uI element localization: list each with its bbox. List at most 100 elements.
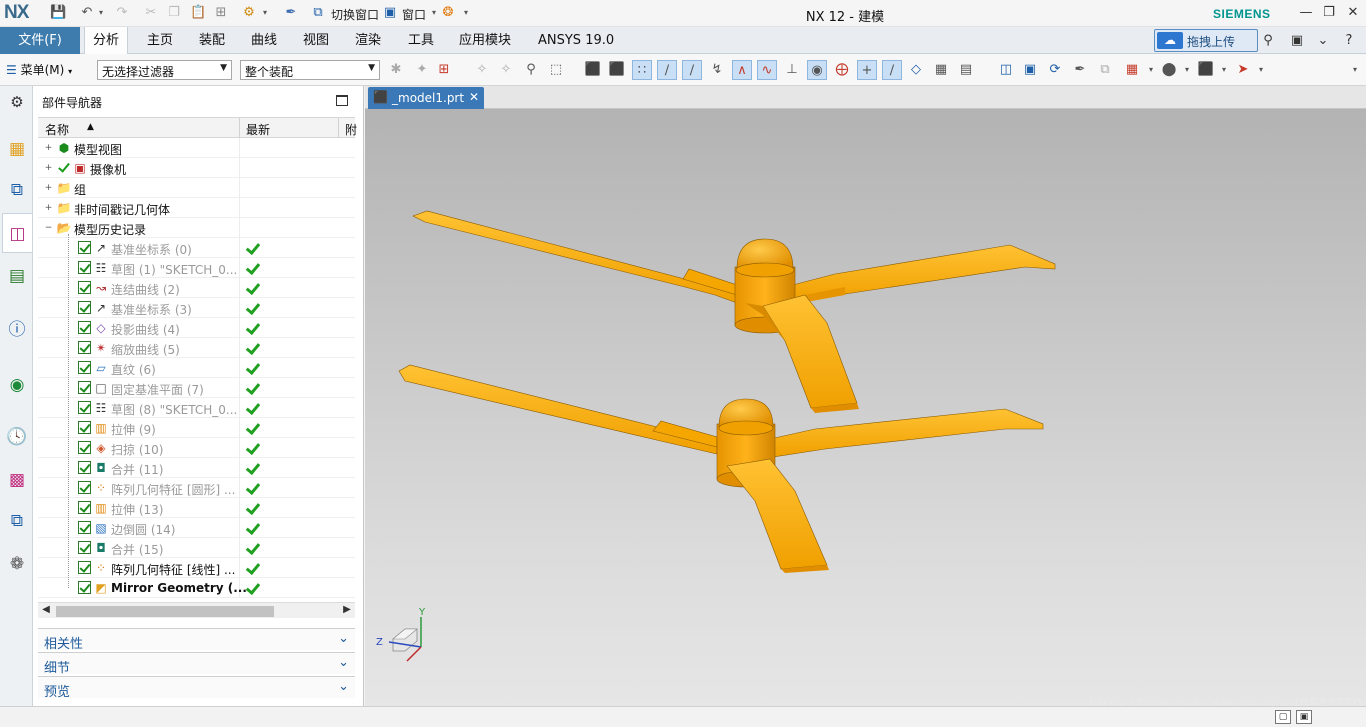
visibility-checkbox[interactable] [78, 281, 91, 294]
dependencies-panel[interactable]: 相关性 ⌄ [38, 628, 355, 652]
tree-node[interactable]: + 📁 组 [38, 178, 355, 198]
window-menu-label[interactable]: 窗口 [402, 6, 426, 23]
repeat-command-icon[interactable]: ⊞ [213, 5, 229, 21]
visibility-checkbox[interactable] [78, 321, 91, 334]
system-materials-icon[interactable]: ⧉ [5, 509, 29, 533]
visualization-icon[interactable]: ▩ [5, 468, 29, 492]
tree-row[interactable]: ◩ Mirror Geometry (... [38, 578, 355, 598]
minimize-button[interactable]: — [1295, 4, 1317, 22]
collapse-icon[interactable]: − [44, 224, 53, 233]
reuse-library-icon[interactable]: ▤ [5, 264, 29, 288]
visibility-checkbox[interactable] [78, 261, 91, 274]
selection-rectangle-icon[interactable]: ⬚ [546, 60, 566, 80]
visibility-checkbox[interactable] [78, 361, 91, 374]
visibility-checkbox[interactable] [78, 481, 91, 494]
point-on-face-icon[interactable]: ◇ [906, 60, 926, 80]
redo-icon[interactable]: ↷ [114, 5, 130, 21]
mid-point-icon[interactable]: ∕ [682, 60, 702, 80]
tab-assembly[interactable]: 装配 [191, 27, 233, 54]
hd3d-tools-icon[interactable]: ⓘ [5, 318, 29, 342]
tree-row[interactable]: ▧ 边倒圆 (14) [38, 518, 355, 538]
chevron-down-icon[interactable]: ▾ [458, 5, 474, 21]
tree-row[interactable]: ☷ 草图 (8) "SKETCH_0... [38, 398, 355, 418]
tab-ansys[interactable]: ANSYS 19.0 [530, 27, 622, 54]
fullscreen-icon[interactable]: ▢ [1275, 710, 1291, 724]
feature-selection-icon[interactable]: ✦ [412, 60, 432, 80]
drag-upload-button[interactable]: ☁ 拖拽上传 [1154, 29, 1258, 52]
column-attach[interactable]: 附 [345, 121, 357, 138]
chevron-down-icon[interactable]: ▾ [1251, 60, 1271, 80]
filter-list-icon[interactable]: ▤ [956, 60, 976, 80]
selection-scope-dropdown[interactable]: 整个装配 ▼ [240, 60, 380, 80]
tree-row[interactable]: ⁘ 阵列几何特征 [圆形] ... [38, 478, 355, 498]
show-hide-icon[interactable]: ✧ [496, 60, 516, 80]
tree-row[interactable]: ↝ 连结曲线 (2) [38, 278, 355, 298]
work-layer-icon[interactable]: ⬛ [1196, 60, 1216, 80]
constraint-navigator-icon[interactable]: ⧉ [5, 178, 29, 202]
view-orientation-icon[interactable]: ◫ [996, 60, 1016, 80]
visibility-checkbox[interactable] [78, 421, 91, 434]
chevron-down-icon[interactable]: ▾ [1141, 60, 1161, 80]
bounded-grid-icon[interactable]: ▦ [931, 60, 951, 80]
roles-gear-icon[interactable]: ⚙ [5, 90, 29, 114]
chevron-down-icon[interactable]: ▾ [1214, 60, 1234, 80]
switch-window-label[interactable]: 切换窗口 [331, 6, 379, 23]
visibility-checkbox[interactable] [78, 541, 91, 554]
column-name[interactable]: 名称 [45, 121, 69, 138]
quadrant-point-icon[interactable]: ⨁ [832, 60, 852, 80]
maximize-icon[interactable] [336, 95, 348, 106]
curve-point-icon[interactable]: ∿ [757, 60, 777, 80]
select-all-icon[interactable]: ⊞ [434, 60, 454, 80]
tab-application[interactable]: 应用模块 [451, 27, 519, 54]
tree-row[interactable]: ◘ 合并 (11) [38, 458, 355, 478]
tree-row[interactable]: ◇ 投影曲线 (4) [38, 318, 355, 338]
quick-pick-icon[interactable]: ⚲ [521, 60, 541, 80]
menu-button[interactable]: ☰ 菜单(M) ▾ [6, 61, 72, 78]
intersection-icon[interactable]: ∧ [732, 60, 752, 80]
facet-body-icon[interactable]: ⬛ [607, 60, 627, 80]
visibility-checkbox[interactable] [78, 561, 91, 574]
type-filter-dropdown[interactable]: 无选择过滤器 ▼ [97, 60, 232, 80]
tree-row[interactable]: ▥ 拉伸 (9) [38, 418, 355, 438]
scrollbar-thumb[interactable] [56, 606, 274, 617]
tree-row[interactable]: ▥ 拉伸 (13) [38, 498, 355, 518]
visibility-checkbox[interactable] [78, 521, 91, 534]
part-navigator-icon[interactable]: ◫ [2, 213, 32, 253]
visibility-checkbox[interactable] [78, 501, 91, 514]
preview-panel[interactable]: 预览 ⌄ [38, 676, 355, 700]
tab-tools[interactable]: 工具 [400, 27, 442, 54]
visibility-checkbox[interactable] [78, 441, 91, 454]
touch-pen-icon[interactable]: ✒ [283, 5, 299, 21]
document-tab[interactable]: ⬛ _model1.prt ✕ [368, 87, 484, 109]
graphics-window[interactable]: Y Z https://blog.csdn.net/weixin_4054235… [365, 109, 1366, 707]
switch-window-icon[interactable]: ⧉ [310, 5, 326, 21]
allow-selection-icon[interactable]: ✧ [472, 60, 492, 80]
snap-point-icon[interactable]: ∷ [632, 60, 652, 80]
show-hide-objects-icon[interactable]: ⧉ [1095, 60, 1115, 80]
customize-icon[interactable]: ❂ [440, 5, 456, 21]
visibility-checkbox[interactable] [78, 401, 91, 414]
control-point-icon[interactable]: ↯ [707, 60, 727, 80]
existing-point-icon[interactable]: + [857, 60, 877, 80]
visibility-checkbox[interactable] [78, 581, 91, 594]
expand-icon[interactable]: + [44, 164, 53, 173]
tree-row[interactable]: ✴ 缩放曲线 (5) [38, 338, 355, 358]
visibility-checkbox[interactable] [78, 461, 91, 474]
upper-propeller[interactable] [412, 210, 1056, 413]
chevron-down-icon[interactable]: ▾ [93, 5, 109, 21]
perspective-icon[interactable]: ➤ [1233, 60, 1253, 80]
tab-view[interactable]: 视图 [295, 27, 337, 54]
visibility-checkbox[interactable] [78, 341, 91, 354]
rotate-view-icon[interactable]: ⟳ [1045, 60, 1065, 80]
help-icon[interactable]: ? [1340, 32, 1358, 50]
expand-icon[interactable]: + [44, 204, 53, 213]
visibility-checkbox[interactable] [78, 241, 91, 254]
chevron-down-icon[interactable]: ▾ [1177, 60, 1197, 80]
process-studio-icon[interactable]: ❁ [5, 552, 29, 576]
chevron-down-icon[interactable]: ⌄ [1314, 32, 1332, 50]
graphics-window-icon[interactable]: ▣ [1296, 710, 1312, 724]
toolbar-overflow-icon[interactable]: ▾ [1345, 60, 1365, 80]
point-on-curve-icon[interactable]: ∕ [882, 60, 902, 80]
tree-node[interactable]: − 📂 模型历史记录 [38, 218, 355, 238]
center-point-icon[interactable]: ◉ [807, 60, 827, 80]
